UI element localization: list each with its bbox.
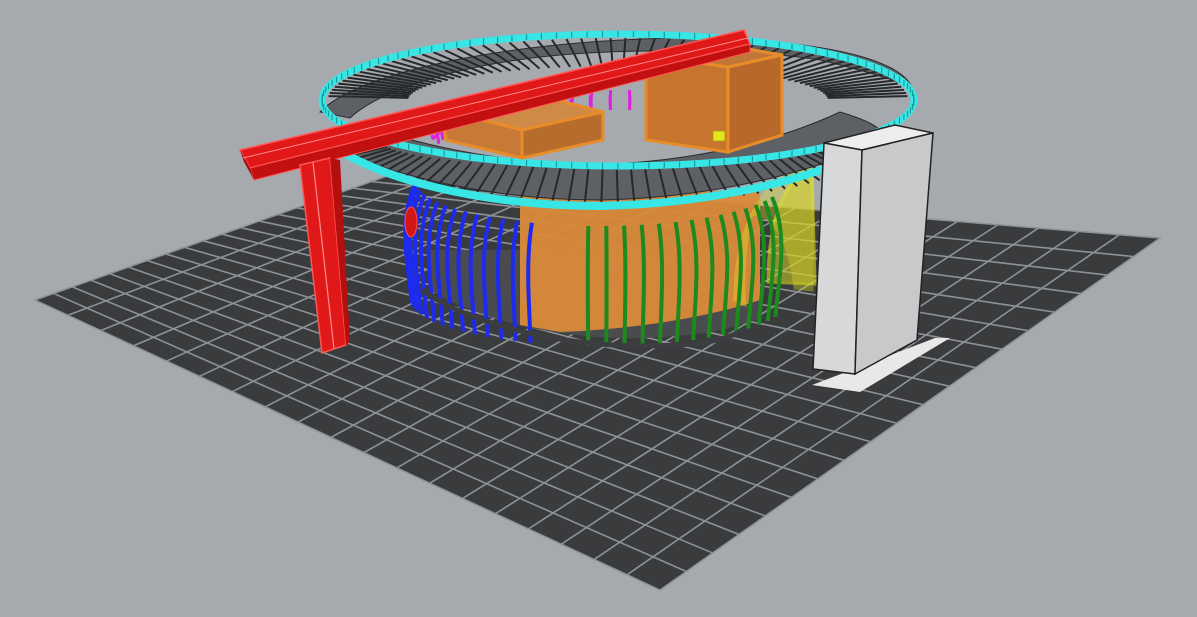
roller	[600, 167, 604, 205]
fin	[639, 224, 646, 345]
fin	[627, 90, 632, 111]
fin	[585, 225, 591, 346]
scene-canvas[interactable]	[0, 0, 1197, 617]
red-detail	[404, 206, 418, 238]
perspective-viewport[interactable]	[0, 0, 1197, 617]
roller	[615, 167, 619, 205]
fin	[608, 90, 613, 111]
yellow-marker	[712, 130, 726, 142]
fin	[622, 225, 628, 346]
